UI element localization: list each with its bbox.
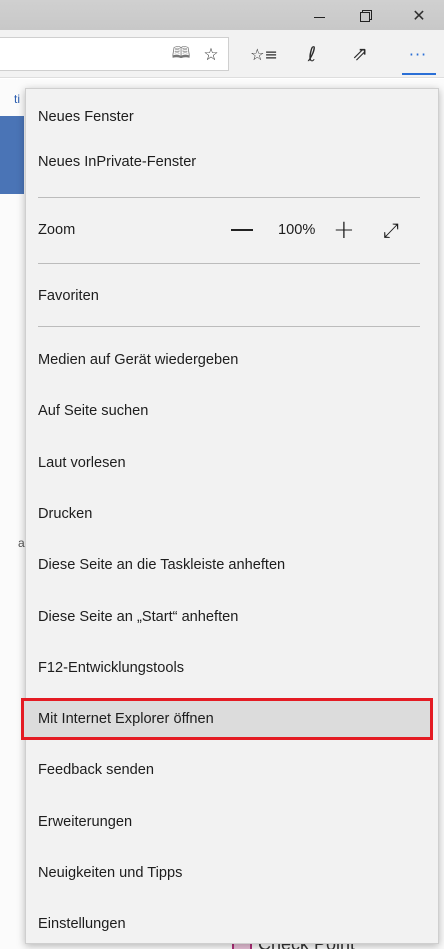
more-actions-button[interactable]: ··· [396, 30, 440, 78]
book-open-icon: 🕮 [171, 42, 191, 62]
browser-toolbar: 🕮 ☆ ☆≡ ℓ ⇗ ··· [0, 30, 444, 78]
menu-item-print[interactable]: Drucken [26, 495, 438, 533]
menu-item-new-window[interactable]: Neues Fenster [26, 100, 438, 134]
zoom-level: 100% [278, 222, 316, 238]
zoom-label: Zoom [38, 222, 76, 238]
menu-item-label: Favoriten [38, 288, 99, 304]
close-icon: ✕ [412, 5, 426, 25]
more-icon: ··· [408, 44, 428, 64]
reading-view-button[interactable]: 🕮 [166, 38, 196, 72]
restore-button[interactable] [342, 0, 388, 30]
restore-icon [360, 10, 372, 22]
share-button[interactable]: ⇗ [340, 30, 380, 78]
menu-item-label: Neuigkeiten und Tipps [38, 865, 183, 881]
menu-item-devtools[interactable]: F12-Entwicklungstools [26, 649, 438, 687]
page-peek-text: ti [14, 92, 20, 106]
menu-item-open-ie[interactable]: Mit Internet Explorer öffnen [21, 698, 433, 740]
menu-item-settings[interactable]: Einstellungen [26, 905, 438, 943]
menu-item-extensions[interactable]: Erweiterungen [26, 803, 438, 841]
menu-item-label: Medien auf Gerät wiedergeben [38, 352, 239, 368]
title-bar: ✕ [0, 0, 444, 30]
share-icon: ⇗ [352, 43, 368, 65]
menu-item-label: Neues Fenster [38, 109, 134, 125]
minimize-icon [313, 16, 325, 18]
zoom-in-button[interactable]: + [333, 213, 357, 247]
menu-item-pin-start[interactable]: Diese Seite an „Start“ anheften [26, 598, 438, 636]
menu-item-label: Diese Seite an die Taskleiste anheften [38, 557, 286, 573]
web-notes-button[interactable]: ℓ [292, 30, 332, 78]
menu-divider [38, 263, 420, 264]
menu-item-label: Diese Seite an „Start“ anheften [38, 609, 239, 625]
page-peek-text: a [18, 536, 25, 550]
menu-divider [38, 326, 420, 327]
menu-item-label: Erweiterungen [38, 814, 133, 830]
menu-item-favorites[interactable]: Favoriten [26, 279, 438, 313]
zoom-out-button[interactable] [231, 213, 259, 247]
menu-item-find[interactable]: Auf Seite suchen [26, 392, 438, 430]
menu-item-new-inprivate-window[interactable]: Neues InPrivate-Fenster [26, 145, 438, 179]
fullscreen-button[interactable]: ⤢ [383, 213, 407, 247]
menu-item-label: Drucken [38, 506, 93, 522]
add-favorite-button[interactable]: ☆ [196, 38, 226, 72]
menu-item-feedback[interactable]: Feedback senden [26, 751, 438, 789]
fullscreen-icon: ⤢ [383, 218, 399, 242]
menu-item-label: Feedback senden [38, 762, 155, 778]
star-icon: ☆ [203, 45, 219, 65]
minimize-button[interactable] [296, 0, 342, 30]
menu-item-label: Einstellungen [38, 916, 126, 932]
minus-icon [231, 229, 253, 231]
menu-item-read-aloud[interactable]: Laut vorlesen [26, 444, 438, 482]
menu-item-news-tips[interactable]: Neuigkeiten und Tipps [26, 854, 438, 892]
menu-item-label: Mit Internet Explorer öffnen [38, 711, 214, 727]
pen-icon: ℓ [307, 42, 317, 66]
favorites-list-icon: ☆≡ [250, 44, 278, 64]
menu-item-cast[interactable]: Medien auf Gerät wiedergeben [26, 341, 438, 379]
menu-item-label: Laut vorlesen [38, 455, 126, 471]
menu-item-label: Neues InPrivate-Fenster [38, 154, 197, 170]
close-button[interactable]: ✕ [394, 0, 444, 30]
zoom-row: Zoom 100% + ⤢ [26, 213, 438, 247]
menu-item-pin-taskbar[interactable]: Diese Seite an die Taskleiste anheften [26, 546, 438, 584]
page-peek-banner [0, 116, 24, 194]
address-bar[interactable]: 🕮 ☆ [0, 37, 229, 71]
menu-item-label: Auf Seite suchen [38, 403, 149, 419]
menu-divider [38, 197, 420, 198]
menu-item-label: F12-Entwicklungstools [38, 660, 185, 676]
favorites-hub-button[interactable]: ☆≡ [244, 30, 284, 78]
plus-icon: + [333, 215, 355, 245]
settings-and-more-menu: Neues Fenster Neues InPrivate-Fenster Zo… [21, 88, 439, 944]
